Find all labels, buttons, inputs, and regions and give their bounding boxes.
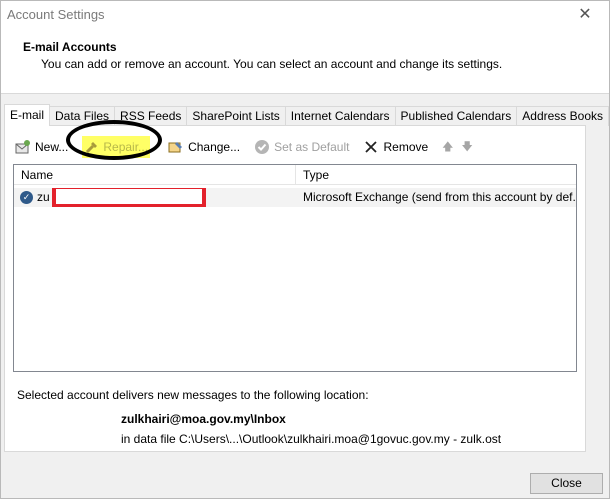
account-toolbar: New... Repair... Change... Set as Defaul… [15,120,481,160]
account-type: Microsoft Exchange (send from this accou… [303,190,576,204]
tab-address-books[interactable]: Address Books [516,106,609,126]
wrench-icon [84,139,100,155]
tab-rss-feeds[interactable]: RSS Feeds [114,106,188,126]
new-button[interactable]: New... [15,136,68,158]
close-icon[interactable]: ✕ [575,5,595,25]
column-header-name[interactable]: Name [14,165,296,185]
account-settings-window: Account Settings ✕ E-mail Accounts You c… [0,0,610,499]
set-default-button-label: Set as Default [274,140,350,154]
tab-published-calendars[interactable]: Published Calendars [394,106,518,126]
account-name-cell: ✓ zu [14,188,296,207]
header-subtitle: You can add or remove an account. You ca… [41,57,503,71]
repair-button[interactable]: Repair... [82,136,151,158]
remove-button-label: Remove [383,140,429,154]
remove-x-icon [363,139,379,155]
repair-button-label: Repair... [103,140,149,154]
title-bar: Account Settings ✕ [1,1,609,29]
tab-email[interactable]: E-mail [4,104,51,126]
checkmark-circle-icon [254,139,270,155]
remove-button[interactable]: Remove [363,136,428,158]
dialog-body: E-mail Data Files RSS Feeds SharePoint L… [1,94,609,498]
header-title: E-mail Accounts [23,40,117,54]
default-account-check-icon: ✓ [20,191,33,204]
tab-data-files[interactable]: Data Files [49,106,116,126]
header-panel: E-mail Accounts You can add or remove an… [1,29,609,94]
new-account-icon [15,139,31,155]
change-icon [168,139,184,155]
tab-strip: E-mail Data Files RSS Feeds SharePoint L… [4,104,609,126]
account-list: Name Type ✓ zu Microsoft Exchange (send … [13,164,577,372]
close-button[interactable]: Close [530,473,603,494]
account-name: zu [37,190,50,204]
tab-internet-calendars[interactable]: Internet Calendars [284,106,396,126]
delivery-data-file: in data file C:\Users\...\Outlook\zulkha… [121,432,502,446]
delivery-account: zulkhairi@moa.gov.my\Inbox [121,412,286,426]
repair-annotation: Repair... [66,120,163,160]
redaction-box [52,188,206,207]
column-header-type[interactable]: Type [296,165,576,185]
tab-sharepoint-lists[interactable]: SharePoint Lists [186,106,286,126]
delivery-label: Selected account delivers new messages t… [17,388,369,402]
email-tab-panel: New... Repair... Change... Set as Defaul… [4,120,586,452]
new-button-label: New... [35,140,69,154]
move-down-icon[interactable]: 🡇 [461,138,472,157]
change-button-label: Change... [188,140,241,154]
list-header: Name Type [14,165,576,185]
window-title: Account Settings [7,7,105,22]
account-row[interactable]: ✓ zu Microsoft Exchange (send from this … [14,188,576,207]
move-up-icon[interactable]: 🡅 [442,138,453,157]
change-button[interactable]: Change... [168,136,240,158]
set-default-button[interactable]: Set as Default [254,136,349,158]
